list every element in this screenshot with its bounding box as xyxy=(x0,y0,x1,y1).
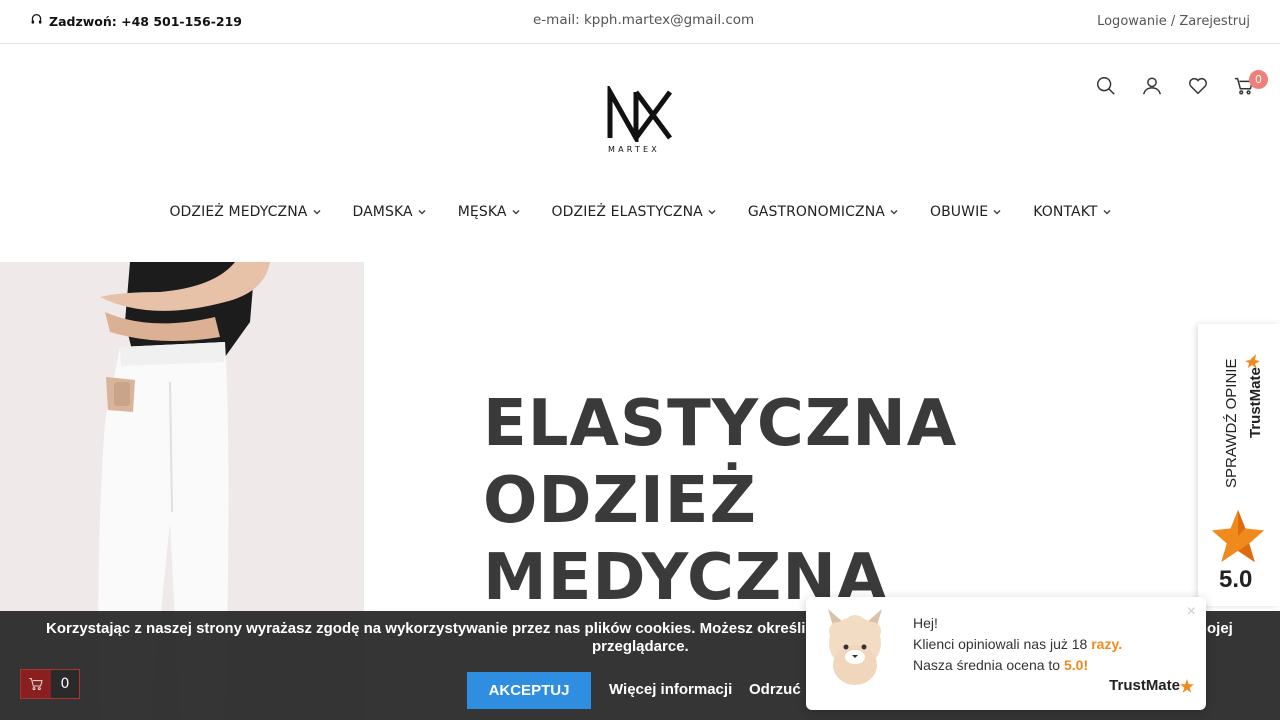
floating-cart[interactable]: 0 xyxy=(20,669,80,699)
email-link[interactable]: e-mail: kpph.martex@gmail.com xyxy=(533,12,754,28)
trustmate-side-widget[interactable]: SPRAWDŹ OPINIE TrustMate 5.0 xyxy=(1198,324,1280,606)
popup-line1-text: Klienci opiniowali nas już 18 xyxy=(913,636,1092,652)
logo-wordmark: MARTEX xyxy=(608,145,660,154)
nav-item-label: ODZIEŻ MEDYCZNA xyxy=(169,204,308,220)
cookie-message-tail: ojej xyxy=(1207,620,1233,637)
svg-text:TrustMate: TrustMate xyxy=(1247,367,1262,438)
popup-greeting: Hej! xyxy=(913,615,938,631)
chevron-down-icon xyxy=(1103,208,1111,216)
popup-line1-highlight: razy. xyxy=(1091,636,1123,652)
heart-icon[interactable] xyxy=(1186,72,1210,100)
svg-text:SPRAWDŹ OPINIE: SPRAWDŹ OPINIE xyxy=(1223,359,1240,488)
nav-item-meska[interactable]: MĘSKA xyxy=(442,200,536,224)
headset-icon xyxy=(30,13,43,29)
trustmate-star-icon xyxy=(1211,509,1265,563)
cookie-message: Korzystając z naszej strony wyrażasz zgo… xyxy=(46,620,844,637)
popup-line2-text: Nasza średnia ocena to xyxy=(913,657,1064,673)
nav-item-label: DAMSKA xyxy=(352,204,413,220)
cookie-accept-button[interactable]: AKCEPTUJ xyxy=(467,672,591,709)
nav-item-label: KONTAKT xyxy=(1033,204,1098,220)
chevron-down-icon xyxy=(418,208,426,216)
search-icon[interactable] xyxy=(1094,72,1118,100)
hero-title-line: ELASTYCZNA xyxy=(483,387,958,461)
nav-item-obuwie[interactable]: OBUWIE xyxy=(914,200,1017,224)
main-nav: ODZIEŻ MEDYCZNA DAMSKA MĘSKA ODZIEŻ ELAS… xyxy=(0,200,1280,224)
nav-item-label: MĘSKA xyxy=(457,204,507,220)
chevron-down-icon xyxy=(312,208,321,216)
nav-item-odziez-medyczna[interactable]: ODZIEŻ MEDYCZNA xyxy=(153,200,336,224)
trustmate-score: 5.0 xyxy=(1219,566,1253,593)
popup-average-rating: Nasza średnia ocena to 5.0! xyxy=(913,657,1088,673)
cookie-message-line2: przeglądarce. xyxy=(592,638,689,655)
register-link[interactable]: Zarejestruj xyxy=(1179,14,1250,29)
floating-cart-count: 0 xyxy=(51,670,79,698)
cart-icon xyxy=(21,670,51,698)
popup-line2-highlight: 5.0! xyxy=(1063,657,1089,673)
popup-brand: TrustMate xyxy=(1109,677,1194,694)
auth-separator: / xyxy=(1170,14,1176,29)
chevron-down-icon xyxy=(890,208,898,216)
nav-item-damska[interactable]: DAMSKA xyxy=(337,200,442,224)
nav-item-label: ODZIEŻ ELASTYCZNA xyxy=(551,204,703,220)
header-actions: 0 xyxy=(1094,70,1268,100)
cookie-more-info-link[interactable]: Więcej informacji xyxy=(609,681,732,698)
popup-brand-label: TrustMate xyxy=(1109,677,1180,694)
login-link[interactable]: Logowanie xyxy=(1097,14,1167,29)
close-icon[interactable]: × xyxy=(1187,603,1196,621)
trustmate-vertical-label: SPRAWDŹ OPINIE TrustMate xyxy=(1223,354,1262,488)
nav-item-kontakt[interactable]: KONTAKT xyxy=(1017,200,1126,224)
user-icon[interactable] xyxy=(1140,72,1164,100)
phone-label: Zadzwoń: +48 501-156-219 xyxy=(49,13,242,29)
cookie-decline-link[interactable]: Odrzuć xyxy=(749,681,801,698)
chevron-down-icon xyxy=(512,208,520,216)
nav-item-odziez-elastyczna[interactable]: ODZIEŻ ELASTYCZNA xyxy=(536,200,732,224)
auth-links: Logowanie / Zarejestruj xyxy=(1097,14,1250,29)
popup-reviews-count: Klienci opiniowali nas już 18 razy. xyxy=(913,636,1122,652)
hero-title: ELASTYCZNA ODZIEŻ MEDYCZNA xyxy=(483,386,957,617)
trustmate-popup[interactable]: × Hej! Klienci opiniowali nas już 18 raz… xyxy=(806,597,1206,710)
hero-title-line: ODZIEŻ xyxy=(483,464,757,538)
alpaca-mascot-icon xyxy=(828,609,882,685)
phone-contact[interactable]: Zadzwoń: +48 501-156-219 xyxy=(30,13,242,29)
nav-item-gastronomiczna[interactable]: GASTRONOMICZNA xyxy=(732,200,914,224)
chevron-down-icon xyxy=(993,208,1001,216)
top-bar: Zadzwoń: +48 501-156-219 e-mail: kpph.ma… xyxy=(0,0,1280,44)
cart-icon[interactable]: 0 xyxy=(1232,70,1268,100)
nav-item-label: GASTRONOMICZNA xyxy=(747,204,885,220)
chevron-down-icon xyxy=(708,208,716,216)
nav-item-label: OBUWIE xyxy=(929,204,989,220)
trustmate-star-icon xyxy=(1180,678,1194,693)
cart-count-badge: 0 xyxy=(1249,70,1268,89)
